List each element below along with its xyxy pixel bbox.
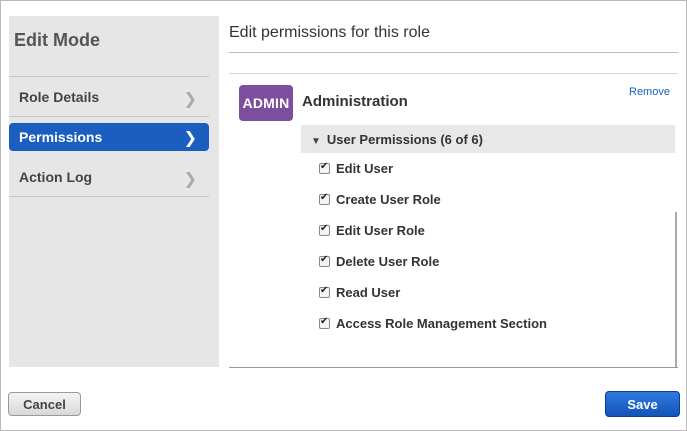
chevron-right-icon: ❯ (183, 130, 197, 147)
sidebar-item-role-details[interactable]: Role Details ❯ (9, 77, 209, 117)
role-badge: ADMIN (239, 85, 293, 121)
panel-scrollbar[interactable] (675, 212, 677, 367)
sidebar-nav: Role Details ❯ Permissions ❯ Action Log … (9, 76, 209, 197)
sidebar-item-action-log[interactable]: Action Log ❯ (9, 157, 209, 197)
permission-label: Access Role Management Section (336, 316, 547, 331)
sidebar-item-label: Permissions (19, 129, 103, 145)
caret-down-icon: ▼ (311, 136, 321, 147)
permission-label: Read User (336, 285, 401, 300)
cancel-button[interactable]: Cancel (8, 392, 81, 416)
title-divider (229, 52, 678, 53)
panel-bottom-divider (229, 367, 678, 368)
sidebar-title: Edit Mode (14, 30, 100, 50)
panel-top-divider (229, 73, 678, 74)
permission-checkbox[interactable] (319, 192, 330, 205)
permission-label: Edit User (336, 161, 394, 176)
permission-label: Edit User Role (336, 223, 425, 238)
sidebar-item-label: Action Log (19, 169, 93, 185)
permission-item: Edit User (319, 161, 547, 192)
sidebar-item-permissions[interactable]: Permissions ❯ (9, 123, 209, 151)
sidebar-item-label: Role Details (19, 89, 100, 105)
page-title: Edit permissions for this role (229, 24, 430, 41)
permission-item: Read User (319, 285, 547, 316)
permission-checkbox[interactable] (319, 285, 330, 298)
permission-label: Delete User Role (336, 254, 440, 269)
permission-group-label: User Permissions (6 of 6) (326, 132, 483, 147)
permission-group-toggle[interactable]: ▼ User Permissions (6 of 6) (301, 125, 675, 153)
permission-checkbox[interactable] (319, 161, 330, 174)
permission-item: Access Role Management Section (319, 316, 547, 347)
permission-item: Create User Role (319, 192, 547, 223)
chevron-right-icon: ❯ (183, 91, 197, 108)
chevron-right-icon: ❯ (183, 171, 197, 188)
permission-item: Edit User Role (319, 223, 547, 254)
sidebar: Edit Mode Role Details ❯ Permissions ❯ A… (9, 16, 219, 367)
dialog-frame: Edit Mode Role Details ❯ Permissions ❯ A… (0, 0, 687, 431)
permission-list: Edit User Create User Role Edit User Rol… (319, 161, 547, 347)
permission-checkbox[interactable] (319, 316, 330, 329)
permission-label: Create User Role (336, 192, 441, 207)
save-button[interactable]: Save (605, 391, 680, 417)
permission-checkbox[interactable] (319, 223, 330, 236)
permission-checkbox[interactable] (319, 254, 330, 267)
remove-role-link[interactable]: Remove (629, 86, 670, 98)
permission-item: Delete User Role (319, 254, 547, 285)
role-name: Administration (302, 93, 408, 110)
